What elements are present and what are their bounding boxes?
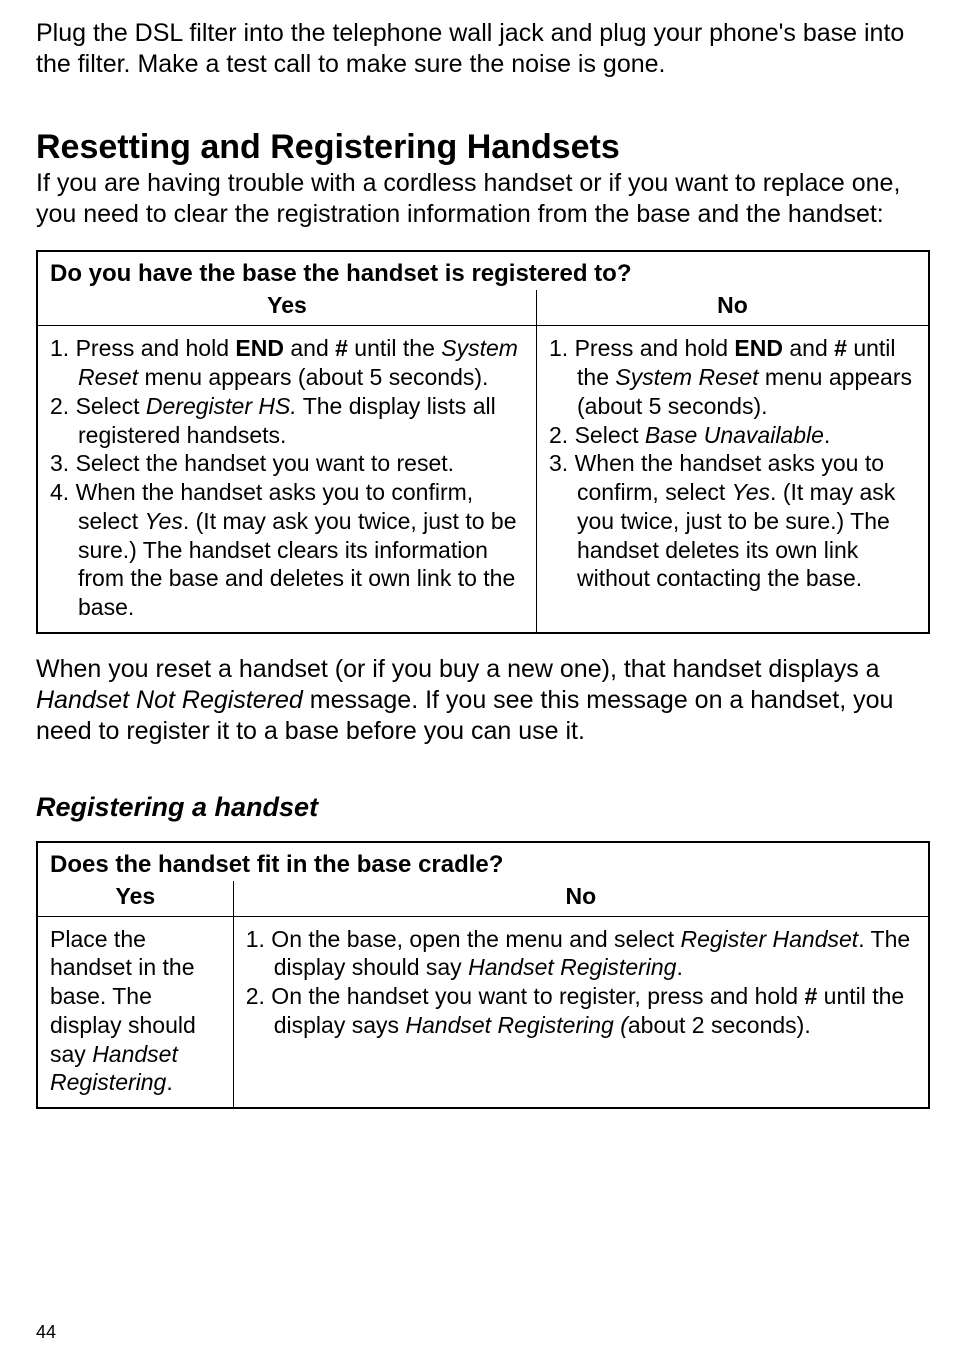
table1-title: Do you have the base the handset is regi… (37, 251, 929, 290)
table2-no-header: No (233, 881, 929, 917)
table1-yes-header: Yes (37, 290, 537, 326)
mid-paragraph: When you reset a handset (or if you buy … (36, 654, 930, 748)
table1-no-item3: 3. When the handset asks you to confirm,… (549, 449, 918, 593)
table1-yes-item3: 3. Select the handset you want to reset. (50, 449, 526, 478)
table2-no-item2: 2. On the handset you want to register, … (246, 982, 918, 1040)
table2-yes-header: Yes (37, 881, 233, 917)
section-heading-resetting: Resetting and Registering Handsets (36, 129, 930, 166)
section1-paragraph: If you are having trouble with a cordles… (36, 168, 930, 231)
table2-title: Does the handset fit in the base cradle? (37, 842, 929, 881)
table1-yes-item4: 4. When the handset asks you to confirm,… (50, 478, 526, 622)
table2-no-item1: 1. On the base, open the menu and select… (246, 925, 918, 983)
table1-no-item2: 2. Select Base Unavailable. (549, 421, 918, 450)
table1-no-header: No (537, 290, 929, 326)
table1-yes-item1: 1. Press and hold END and # until the Sy… (50, 334, 526, 392)
table-registered-base: Do you have the base the handset is regi… (36, 250, 930, 634)
section-heading-registering: Registering a handset (36, 792, 930, 823)
table1-no-item1: 1. Press and hold END and # until the Sy… (549, 334, 918, 420)
intro-paragraph: Plug the DSL filter into the telephone w… (36, 18, 930, 81)
table2-yes-cell: Place the handset in the base. The displ… (37, 916, 233, 1108)
table-fit-cradle: Does the handset fit in the base cradle?… (36, 841, 930, 1110)
table2-no-cell: 1. On the base, open the menu and select… (233, 916, 929, 1108)
table1-yes-item2: 2. Select Deregister HS. The display lis… (50, 392, 526, 450)
page-number: 44 (36, 1322, 56, 1343)
table1-no-cell: 1. Press and hold END and # until the Sy… (537, 326, 929, 633)
table1-yes-cell: 1. Press and hold END and # until the Sy… (37, 326, 537, 633)
